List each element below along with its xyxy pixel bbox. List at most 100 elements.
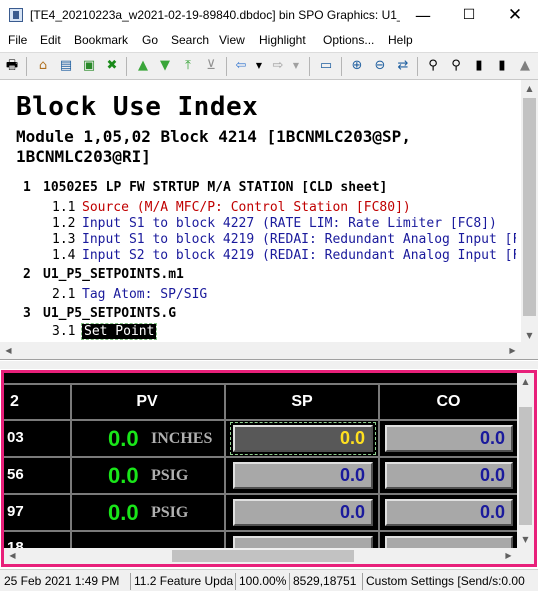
- grid-line: [4, 456, 517, 458]
- block-use-index: Block Use Index Module 1,05,02 Block 421…: [6, 80, 516, 344]
- title-bar: [TE4_20210223a_w2021-02-19-89840.dbdoc] …: [0, 0, 538, 31]
- page-subtitle: Module 1,05,02 Block 4214 [1BCNMLC203@SP…: [16, 127, 411, 166]
- grid-line: [4, 530, 517, 532]
- find-next-icon[interactable]: ⚲: [448, 58, 464, 74]
- scroll-down-icon[interactable]: ▼: [517, 531, 534, 548]
- close-x-icon[interactable]: ✖: [104, 58, 120, 74]
- set-point-link[interactable]: Set Point: [80, 323, 158, 340]
- pane-splitter[interactable]: [0, 361, 538, 369]
- item-number: 1.3: [52, 232, 76, 247]
- home-icon[interactable]: ⌂: [35, 58, 51, 74]
- scroll-up-icon[interactable]: ▲: [517, 373, 534, 390]
- print-icon[interactable]: 🖶: [4, 58, 20, 74]
- zoom-in-icon[interactable]: ⊕: [349, 58, 365, 74]
- toolbar-separator: [417, 57, 418, 76]
- up-triangle-icon[interactable]: ▲: [517, 58, 533, 74]
- bookmark-next-icon[interactable]: ▮: [494, 58, 510, 74]
- up-bar-icon[interactable]: ⤒: [180, 58, 196, 74]
- item-number: 3.1: [52, 324, 76, 339]
- document-pane: Block Use Index Module 1,05,02 Block 421…: [0, 80, 538, 360]
- menu-view[interactable]: View: [219, 33, 245, 47]
- scroll-right-icon[interactable]: ▶: [504, 342, 521, 359]
- menu-help[interactable]: Help: [388, 33, 413, 47]
- scroll-right-icon[interactable]: ▶: [500, 548, 517, 564]
- item-number: 2.1: [52, 287, 76, 302]
- forward-icon[interactable]: ⇨: [270, 58, 286, 74]
- forward-dropdown-icon[interactable]: ▼: [288, 58, 304, 74]
- scroll-thumb[interactable]: [172, 550, 354, 562]
- back-icon[interactable]: ⇦: [233, 58, 249, 74]
- menu-file[interactable]: File: [8, 33, 27, 47]
- toolbar-separator: [309, 57, 310, 76]
- status-bar: 25 Feb 2021 1:49 PM 11.2 Feature Updat 1…: [0, 569, 538, 591]
- toolbar-separator: [341, 57, 342, 76]
- menu-bar: File Edit Bookmark Go Search View Highli…: [0, 31, 538, 50]
- graphics-vertical-scrollbar[interactable]: ▲ ▼: [517, 373, 534, 548]
- menu-bookmark[interactable]: Bookmark: [74, 33, 128, 47]
- column-header-co: CO: [380, 385, 517, 419]
- document-icon[interactable]: ▤: [58, 58, 74, 74]
- export-icon[interactable]: ▣: [81, 58, 97, 74]
- status-date: 25 Feb 2021 1:49 PM: [4, 574, 120, 588]
- row-label: 97: [7, 503, 24, 520]
- document-horizontal-scrollbar[interactable]: ◀ ▶: [0, 342, 538, 359]
- maximize-button[interactable]: ☐: [446, 0, 492, 31]
- toolbar-separator: [26, 57, 27, 76]
- status-coords: 8529,18751: [289, 573, 360, 590]
- link-1-1[interactable]: 1.1 Source (M/A MFC/P: Control Station [F…: [52, 200, 411, 215]
- co-field[interactable]: 0.0: [385, 425, 513, 452]
- menu-go[interactable]: Go: [142, 33, 158, 47]
- item-link[interactable]: Input S1 to block 4219 (REDAI: Redundant…: [82, 232, 516, 247]
- minimize-button[interactable]: —: [400, 0, 446, 31]
- section-3[interactable]: 3 U1_P5_SETPOINTS.G: [23, 306, 176, 321]
- toolbar-separator: [126, 57, 127, 76]
- document-vertical-scrollbar[interactable]: ▲ ▼: [521, 80, 538, 344]
- graphics-horizontal-scrollbar[interactable]: ◀ ▶: [4, 548, 534, 564]
- sp-field[interactable]: 0.0: [233, 462, 373, 489]
- menu-search[interactable]: Search: [171, 33, 209, 47]
- menu-highlight[interactable]: Highlight: [259, 33, 306, 47]
- section-2[interactable]: 2 U1_P5_SETPOINTS.m1: [23, 267, 184, 282]
- sp-field[interactable]: 0.0: [230, 422, 376, 455]
- menu-edit[interactable]: Edit: [40, 33, 61, 47]
- zoom-out-icon[interactable]: ⊖: [372, 58, 388, 74]
- down-arrow-icon[interactable]: ▼: [157, 58, 173, 74]
- scroll-thumb[interactable]: [519, 407, 532, 525]
- scroll-left-icon[interactable]: ◀: [0, 342, 17, 359]
- section-label: U1_P5_SETPOINTS.m1: [43, 267, 184, 282]
- link-1-3[interactable]: 1.3 Input S1 to block 4219 (REDAI: Redund…: [52, 232, 516, 247]
- scroll-up-icon[interactable]: ▲: [521, 80, 538, 97]
- link-1-2[interactable]: 1.2 Input S1 to block 4227 (RATE LIM: Rat…: [52, 216, 497, 231]
- scroll-thumb[interactable]: [523, 98, 536, 316]
- page-title: Block Use Index: [16, 92, 259, 122]
- link-1-4[interactable]: 1.4 Input S2 to block 4219 (REDAI: Redund…: [52, 248, 516, 263]
- item-number: 1.4: [52, 248, 76, 263]
- status-settings: Custom Settings [Send/s:0.00: [362, 573, 538, 590]
- item-number: 1.1: [52, 200, 76, 215]
- bookmark-icon[interactable]: ▮: [471, 58, 487, 74]
- co-field[interactable]: 0.0: [385, 462, 513, 489]
- filter-icon[interactable]: ⊻: [203, 58, 219, 74]
- scroll-left-icon[interactable]: ◀: [4, 548, 21, 564]
- item-link[interactable]: Input S2 to block 4219 (REDAI: Redundant…: [82, 248, 516, 263]
- window-icon[interactable]: ▭: [318, 58, 334, 74]
- menu-options[interactable]: Options...: [323, 33, 374, 47]
- sp-field[interactable]: 0.0: [233, 499, 373, 526]
- up-arrow-icon[interactable]: ▲: [135, 58, 151, 74]
- co-field[interactable]: 0.0: [385, 499, 513, 526]
- item-link[interactable]: Tag Atom: SP/SIG: [82, 287, 207, 302]
- sync-icon[interactable]: ⇄: [395, 58, 411, 74]
- item-link[interactable]: Input S1 to block 4227 (RATE LIM: Rate L…: [82, 216, 497, 231]
- close-button[interactable]: ✕: [492, 0, 538, 31]
- section-1[interactable]: 1 10502E5 LP FW STRTUP M/A STATION [CLD s…: [23, 180, 387, 195]
- section-number: 2: [23, 267, 31, 282]
- pv-unit: INCHES: [151, 430, 213, 447]
- item-link[interactable]: Source (M/A MFC/P: Control Station [FC80…: [82, 200, 411, 215]
- back-dropdown-icon[interactable]: ▼: [251, 58, 267, 74]
- toolbar-separator: [226, 57, 227, 76]
- pv-value: 0.0: [108, 463, 139, 488]
- column-header-label: 2: [4, 385, 70, 419]
- link-3-1[interactable]: 3.1 Set Point: [52, 323, 158, 340]
- link-2-1[interactable]: 2.1 Tag Atom: SP/SIG: [52, 287, 207, 302]
- find-icon[interactable]: ⚲: [425, 58, 441, 74]
